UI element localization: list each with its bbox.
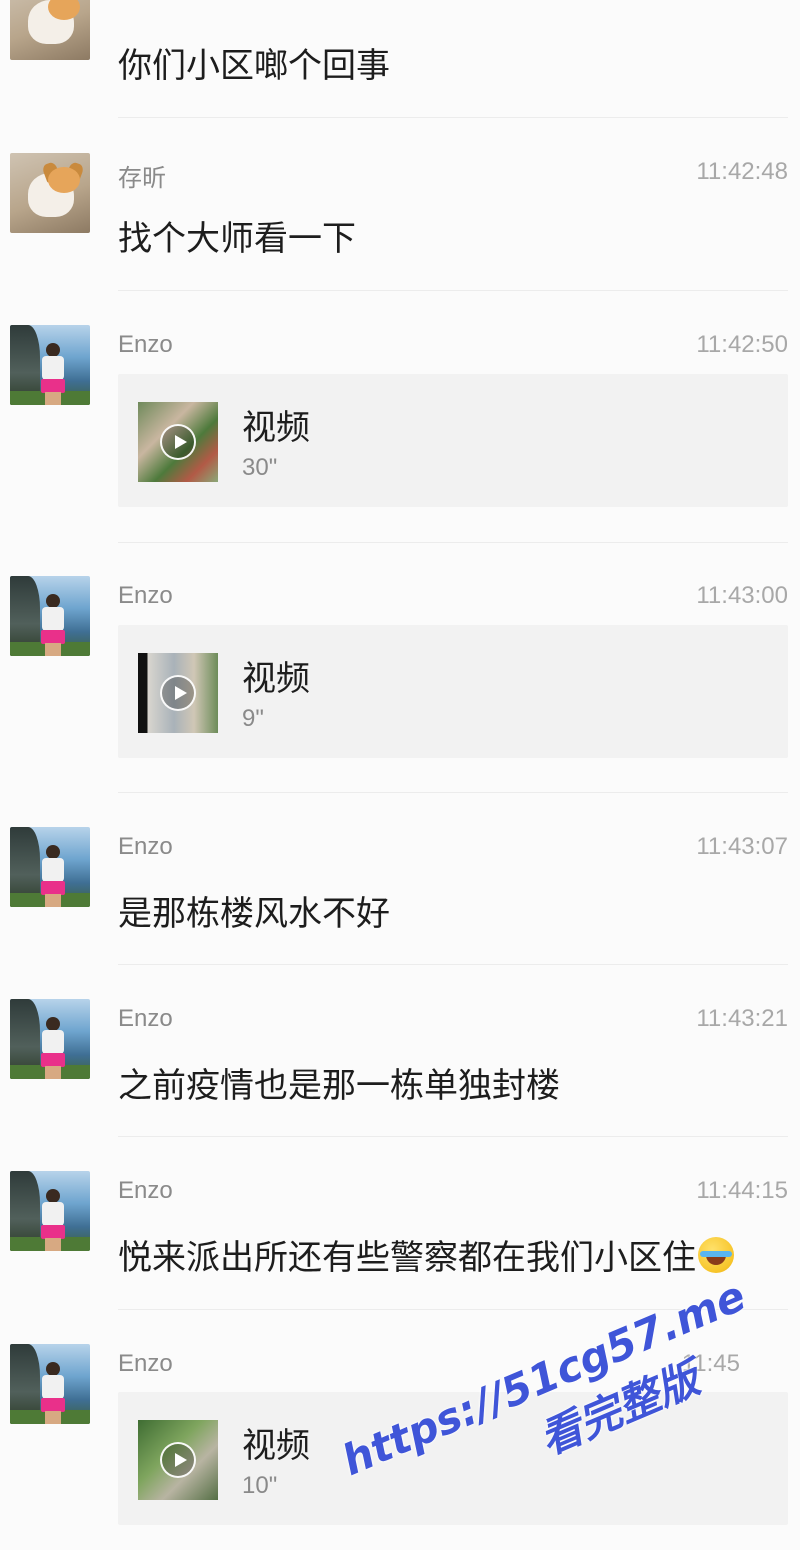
- divider: [118, 290, 788, 291]
- avatar[interactable]: [10, 1344, 90, 1424]
- sender-name: Enzo: [118, 331, 173, 358]
- message-time: 11:45: [681, 1350, 740, 1377]
- video-card[interactable]: 视频 9": [118, 625, 788, 758]
- video-thumbnail[interactable]: [138, 1420, 218, 1500]
- message-text: 找个大师看一下: [118, 219, 356, 259]
- play-icon[interactable]: [160, 1442, 196, 1478]
- play-icon[interactable]: [160, 424, 196, 460]
- divider: [118, 792, 788, 793]
- message-time: 11:42:50: [696, 331, 788, 358]
- video-title: 视频: [242, 408, 310, 448]
- video-duration: 9": [242, 705, 264, 732]
- play-icon[interactable]: [160, 675, 196, 711]
- message-text: 之前疫情也是那一栋单独封楼: [118, 1066, 560, 1106]
- avatar[interactable]: [10, 0, 90, 60]
- divider: [118, 1136, 788, 1137]
- avatar[interactable]: [10, 153, 90, 233]
- video-thumbnail[interactable]: [138, 402, 218, 482]
- video-duration: 30": [242, 454, 278, 481]
- video-duration: 10": [242, 1472, 278, 1499]
- message-text: 是那栋楼风水不好: [118, 894, 390, 934]
- sender-name: Enzo: [118, 582, 173, 609]
- video-card[interactable]: 视频 10": [118, 1392, 788, 1525]
- avatar[interactable]: [10, 827, 90, 907]
- avatar[interactable]: [10, 999, 90, 1079]
- avatar[interactable]: [10, 1171, 90, 1251]
- message-time: 11:43:00: [696, 582, 788, 609]
- message-text: 悦来派出所还有些警察都在我们小区住: [118, 1238, 696, 1278]
- avatar[interactable]: [10, 325, 90, 405]
- message-text-row: 悦来派出所还有些警察都在我们小区住: [118, 1230, 734, 1279]
- sender-name: Enzo: [118, 1005, 173, 1032]
- message-time: 11:43:07: [696, 833, 788, 860]
- divider: [118, 1309, 788, 1310]
- video-thumbnail[interactable]: [138, 653, 218, 733]
- sender-name: 存昕: [118, 165, 166, 192]
- divider: [118, 964, 788, 965]
- message-time: 11:43:21: [696, 1005, 788, 1032]
- sender-name: Enzo: [118, 1350, 173, 1377]
- sender-name: Enzo: [118, 1177, 173, 1204]
- divider: [118, 542, 788, 543]
- video-title: 视频: [242, 1426, 310, 1466]
- message-time: 11:42:48: [696, 158, 788, 185]
- sender-name: Enzo: [118, 833, 173, 860]
- avatar[interactable]: [10, 576, 90, 656]
- message-time: 11:44:15: [696, 1177, 788, 1204]
- laughing-crying-emoji-icon: [698, 1237, 734, 1273]
- divider: [118, 117, 788, 118]
- video-title: 视频: [242, 659, 310, 699]
- message-text: 你们小区啷个回事: [118, 46, 390, 86]
- video-card[interactable]: 视频 30": [118, 374, 788, 507]
